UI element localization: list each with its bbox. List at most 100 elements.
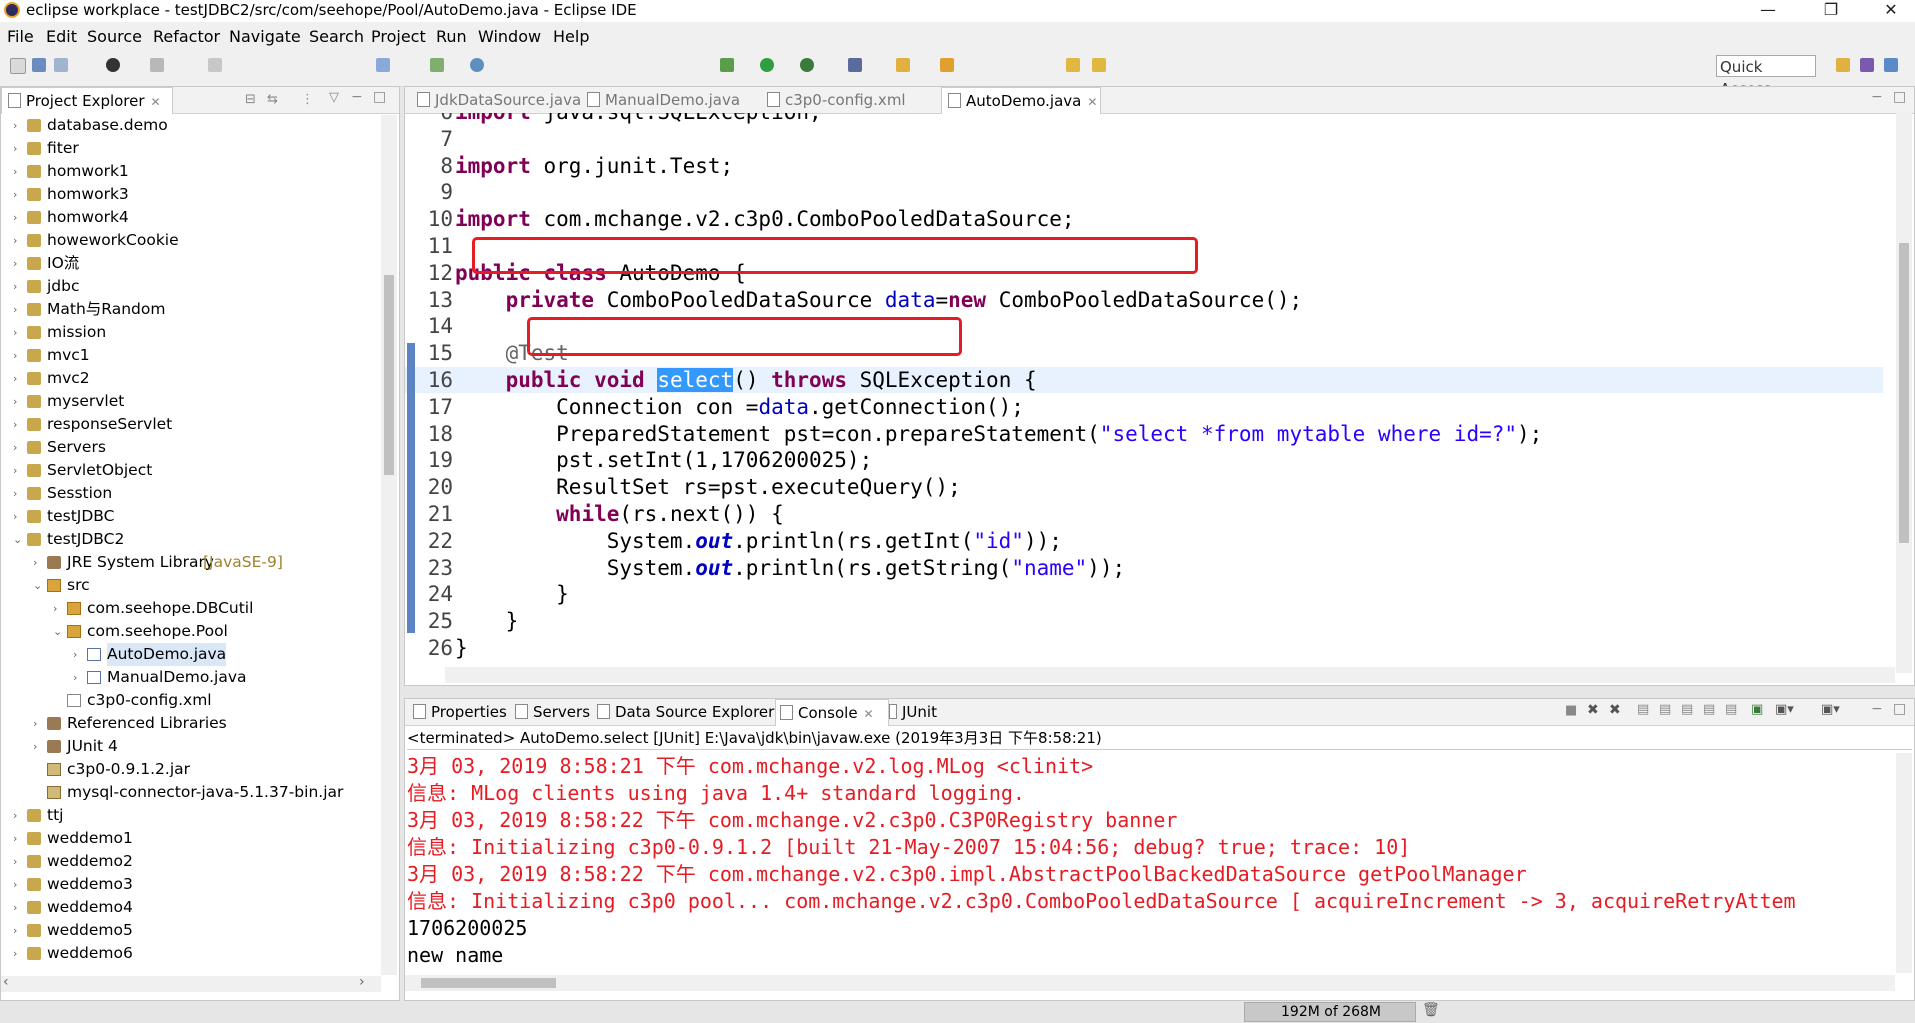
tab-c3p0-config[interactable]: c3p0-config.xml — [761, 87, 927, 113]
code-line[interactable]: 16 public void select() throws SQLExcept… — [405, 367, 1883, 393]
editor-horizontal-scrollbar[interactable] — [445, 667, 1895, 683]
java-perspective-icon[interactable] — [1884, 58, 1898, 72]
code-line[interactable]: 24 } — [405, 581, 1883, 607]
collapse-arrow-icon[interactable]: ⌄ — [33, 574, 45, 597]
tree-item[interactable]: › mission — [1, 321, 379, 344]
tree-item[interactable]: › homwork3 — [1, 183, 379, 206]
step-icon[interactable] — [208, 58, 222, 72]
tree-item[interactable]: › responseServlet — [1, 413, 379, 436]
tree-item[interactable]: c3p0-0.9.1.2.jar — [1, 758, 379, 781]
tree-item[interactable]: › weddemo4 — [1, 896, 379, 919]
tree-item[interactable]: › fiter — [1, 137, 379, 160]
expand-arrow-icon[interactable]: › — [13, 413, 25, 436]
tree-item[interactable]: › Math与Random — [1, 298, 379, 321]
maximize-console-icon[interactable]: □ — [1893, 701, 1906, 717]
link-editor-icon[interactable]: ⇆ — [267, 92, 278, 107]
heap-status[interactable]: 192M of 268M — [1244, 1002, 1416, 1022]
close-tab-icon[interactable]: ✕ — [151, 95, 161, 109]
tab-properties[interactable]: Properties — [409, 699, 509, 725]
code-line[interactable]: 23 System.out.println(rs.getString("name… — [405, 555, 1883, 581]
menu-file[interactable]: File — [7, 27, 34, 46]
code-line[interactable]: 19 pst.setInt(1,1706200025); — [405, 447, 1883, 473]
scroll-left-icon[interactable]: ‹ — [3, 974, 9, 990]
collapse-arrow-icon[interactable]: ⌄ — [53, 620, 65, 643]
run-icon[interactable] — [760, 58, 774, 72]
save-icon[interactable] — [32, 58, 46, 72]
tree-item[interactable]: › database.demo — [1, 115, 379, 137]
word-wrap-icon[interactable]: ▤ — [1659, 702, 1671, 717]
code-line[interactable]: 17 Connection con =data.getConnection(); — [405, 394, 1883, 420]
tree-item[interactable]: › testJDBC — [1, 505, 379, 528]
tree-item[interactable]: › jdbc — [1, 275, 379, 298]
tab-manualdemo[interactable]: ManualDemo.java — [581, 87, 757, 113]
open-perspective-icon[interactable] — [1836, 58, 1850, 72]
code-line[interactable]: 13 private ComboPooledDataSource data=ne… — [405, 287, 1883, 313]
code-line[interactable]: 22 System.out.println(rs.getInt("id")); — [405, 528, 1883, 554]
collapse-all-icon[interactable]: ⊟ — [245, 92, 256, 107]
external-tools-icon[interactable] — [848, 58, 862, 72]
expand-arrow-icon[interactable]: › — [13, 321, 25, 344]
new-console-icon[interactable]: ▣▾ — [1821, 702, 1840, 717]
console-horizontal-scrollbar[interactable] — [405, 975, 1895, 991]
tree-item[interactable]: mysql-connector-java-5.1.37-bin.jar — [1, 781, 379, 804]
expand-arrow-icon[interactable]: › — [13, 436, 25, 459]
show-stderr-icon[interactable]: ▤ — [1703, 702, 1715, 717]
code-line[interactable]: 7 — [405, 126, 1883, 152]
remove-launch-icon[interactable]: ✖ — [1587, 702, 1599, 718]
expand-arrow-icon[interactable]: › — [13, 390, 25, 413]
menu-project[interactable]: Project — [371, 27, 426, 46]
menu-run[interactable]: Run — [436, 27, 467, 46]
new-java-project-icon[interactable] — [430, 58, 444, 72]
tab-servers[interactable]: Servers — [511, 699, 595, 725]
tree-item[interactable]: ⌄ com.seehope.Pool — [1, 620, 379, 643]
coverage-icon[interactable] — [800, 58, 814, 72]
maximize-editor-icon[interactable]: □ — [1893, 89, 1906, 105]
tree-item[interactable]: › weddemo3 — [1, 873, 379, 896]
tree-item[interactable]: › mvc1 — [1, 344, 379, 367]
tree-item[interactable]: ⌄ testJDBC2 — [1, 528, 379, 551]
show-stdout-icon[interactable]: ▤ — [1681, 702, 1693, 717]
debug-icon[interactable] — [106, 58, 120, 72]
code-line[interactable]: 26} — [405, 635, 1883, 661]
search-icon[interactable] — [940, 58, 954, 72]
tab-junit[interactable]: JUnit — [885, 699, 959, 725]
console-vertical-scrollbar[interactable] — [1896, 753, 1912, 973]
console-output[interactable]: 3月 03, 2019 8:58:21 下午 com.mchange.v2.lo… — [405, 753, 1895, 973]
filters-icon[interactable]: ⋮ — [301, 92, 314, 107]
tree-item[interactable]: › com.seehope.DBCutil — [1, 597, 379, 620]
expand-arrow-icon[interactable]: › — [13, 827, 25, 850]
tree-item[interactable]: › JRE System Library [JavaSE-9] — [1, 551, 379, 574]
tree-item[interactable]: › ServletObject — [1, 459, 379, 482]
maximize-view-icon[interactable]: □ — [373, 89, 386, 105]
menu-help[interactable]: Help — [553, 27, 589, 46]
expand-arrow-icon[interactable]: › — [33, 712, 45, 735]
maximize-button[interactable]: ❐ — [1808, 0, 1854, 22]
open-type-icon[interactable] — [896, 58, 910, 72]
console-hscroll-thumb[interactable] — [421, 978, 556, 988]
expand-arrow-icon[interactable]: › — [13, 896, 25, 919]
save-all-icon[interactable] — [54, 58, 68, 72]
expand-arrow-icon[interactable]: › — [13, 275, 25, 298]
tab-autodemo[interactable]: AutoDemo.java ✕ — [941, 87, 1101, 114]
back-icon[interactable] — [1066, 58, 1080, 72]
terminate-icon[interactable]: ■ — [1565, 703, 1577, 718]
tree-item[interactable]: › homwork1 — [1, 160, 379, 183]
expand-arrow-icon[interactable]: › — [33, 735, 45, 758]
expand-arrow-icon[interactable]: › — [13, 850, 25, 873]
expand-arrow-icon[interactable]: › — [13, 252, 25, 275]
tree-item[interactable]: › weddemo5 — [1, 919, 379, 942]
menu-window[interactable]: Window — [478, 27, 541, 46]
code-line[interactable]: 6import java.sql.SQLException; — [405, 113, 1883, 125]
menu-edit[interactable]: Edit — [46, 27, 77, 46]
tree-item[interactable]: › howeworkCookie — [1, 229, 379, 252]
tree-item[interactable]: › weddemo1 — [1, 827, 379, 850]
expand-arrow-icon[interactable]: › — [33, 551, 45, 574]
expand-arrow-icon[interactable]: › — [13, 919, 25, 942]
code-line[interactable]: 10 import com.mchange.v2.c3p0.ComboPooled… — [405, 206, 1883, 232]
display-console-icon[interactable]: ▣ — [1751, 702, 1763, 717]
scroll-right-icon[interactable]: › — [359, 974, 365, 990]
explorer-horizontal-scrollbar[interactable]: ‹ › — [1, 974, 381, 992]
expand-arrow-icon[interactable]: › — [13, 206, 25, 229]
link-icon[interactable] — [376, 58, 390, 72]
expand-arrow-icon[interactable]: › — [13, 804, 25, 827]
